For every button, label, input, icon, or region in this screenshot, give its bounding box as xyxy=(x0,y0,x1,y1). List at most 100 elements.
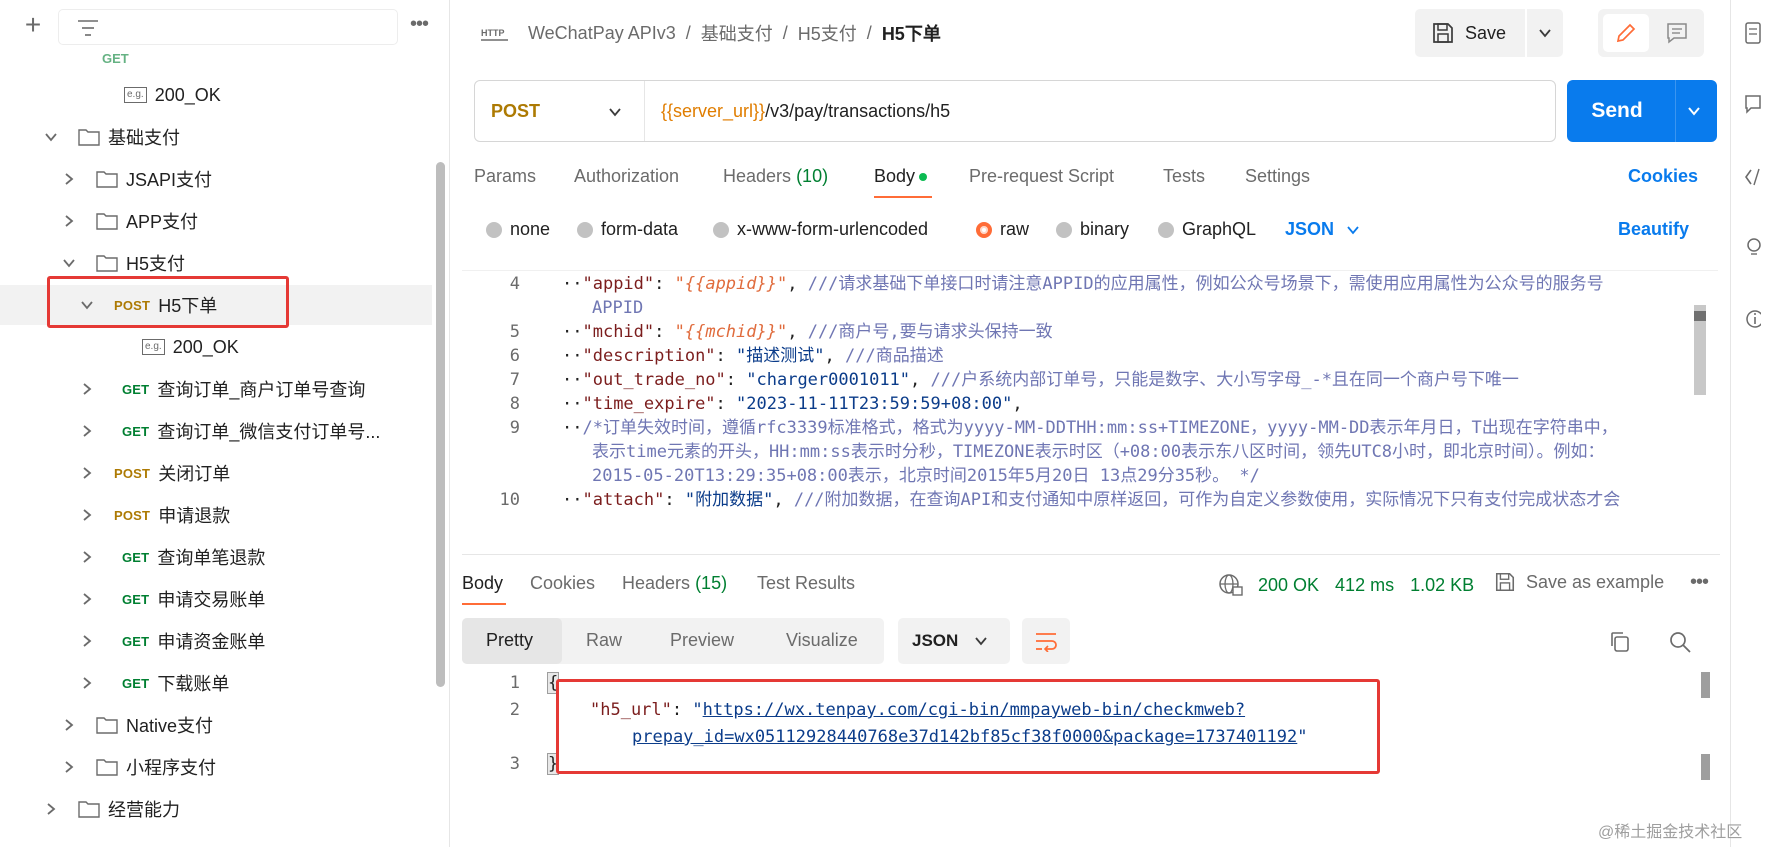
copy-icon[interactable] xyxy=(1608,630,1632,654)
tree-item-label: 关闭订单 xyxy=(158,464,231,484)
request-trade-bill[interactable]: GET 申请交易账单 xyxy=(0,579,432,619)
breadcrumb-separator: / xyxy=(685,22,691,43)
tab-params[interactable]: Params xyxy=(474,166,536,187)
response-format-select[interactable]: JSON xyxy=(898,618,1010,664)
view-tab-preview[interactable]: Preview xyxy=(670,630,734,651)
beautify-link[interactable]: Beautify xyxy=(1618,219,1689,240)
chevron-right-icon[interactable] xyxy=(62,172,76,186)
response-scrollbar[interactable] xyxy=(1701,672,1710,698)
example-200-ok[interactable]: e.g. 200_OK xyxy=(0,327,432,367)
request-query-order-wechat[interactable]: GET 查询订单_微信支付订单号... xyxy=(0,411,432,451)
radio-raw[interactable]: raw xyxy=(976,219,1029,240)
tab-body[interactable]: Body xyxy=(874,166,928,187)
tab-headers[interactable]: Headers (10) xyxy=(723,166,828,187)
edit-button[interactable] xyxy=(1603,14,1649,52)
request-query-refund[interactable]: GET 查询单笔退款 xyxy=(0,537,432,577)
request-fund-bill[interactable]: GET 申请资金账单 xyxy=(0,621,432,661)
response-tab-cookies[interactable]: Cookies xyxy=(530,573,595,594)
chevron-right-icon[interactable] xyxy=(62,214,76,228)
response-tab-headers[interactable]: Headers (15) xyxy=(622,573,727,594)
radio-binary[interactable]: binary xyxy=(1056,219,1129,240)
globe-lock-icon[interactable] xyxy=(1218,573,1244,597)
view-tab-visualize[interactable]: Visualize xyxy=(786,630,858,651)
radio-icon xyxy=(1056,221,1072,238)
documentation-icon[interactable] xyxy=(1745,22,1761,44)
breadcrumb-folder[interactable]: 基础支付 xyxy=(701,20,773,46)
method-badge: GET xyxy=(122,675,150,691)
cookies-link[interactable]: Cookies xyxy=(1628,166,1698,187)
method-select[interactable]: POST xyxy=(475,81,645,141)
folder-miniprogram-pay[interactable]: 小程序支付 xyxy=(0,747,432,787)
breadcrumb-current[interactable]: H5下单 xyxy=(882,20,941,46)
request-close-order[interactable]: POST 关闭订单 xyxy=(0,453,432,493)
chevron-right-icon[interactable] xyxy=(80,676,94,690)
breadcrumb-collection[interactable]: WeChatPay APIv3 xyxy=(528,23,676,44)
chevron-right-icon[interactable] xyxy=(62,718,76,732)
request-query-order-merchant[interactable]: GET 查询订单_商户订单号查询 xyxy=(0,369,432,409)
chevron-right-icon[interactable] xyxy=(80,550,94,564)
chevron-right-icon[interactable] xyxy=(80,466,94,480)
radio-none[interactable]: none xyxy=(486,219,550,240)
more-options-icon[interactable]: ••• xyxy=(410,13,429,36)
folder-icon xyxy=(96,255,118,272)
chevron-down-icon[interactable] xyxy=(1687,104,1701,118)
chevron-right-icon[interactable] xyxy=(44,802,58,816)
more-options-icon[interactable]: ••• xyxy=(1690,571,1709,594)
chevron-right-icon[interactable] xyxy=(62,760,76,774)
status-code[interactable]: 200 OK xyxy=(1258,575,1319,596)
radio-form-data[interactable]: form-data xyxy=(577,219,678,240)
example-200-ok[interactable]: e.g. 200_OK xyxy=(0,75,432,115)
folder-jsapi-pay[interactable]: JSAPI支付 xyxy=(0,159,432,199)
save-dropdown-button[interactable] xyxy=(1527,9,1563,57)
chevron-down-icon[interactable] xyxy=(44,130,58,144)
response-tab-body[interactable]: Body xyxy=(462,573,503,594)
folder-basic-pay[interactable]: 基础支付 xyxy=(0,117,432,157)
chevron-right-icon[interactable] xyxy=(80,634,94,648)
response-time[interactable]: 412 ms xyxy=(1335,575,1394,596)
method-badge: GET xyxy=(122,381,150,397)
info-icon[interactable] xyxy=(1745,308,1761,330)
wrap-lines-button[interactable] xyxy=(1022,618,1070,664)
request-body-editor[interactable]: 4 ··"appid": "{{appid}}", ///请求基础下单接口时请注… xyxy=(462,270,1718,550)
save-as-example-button[interactable]: Save as example xyxy=(1494,571,1664,593)
tab-settings[interactable]: Settings xyxy=(1245,166,1310,187)
folder-app-pay[interactable]: APP支付 xyxy=(0,201,432,241)
folder-business-capability[interactable]: 经营能力 xyxy=(0,789,432,829)
radio-graphql[interactable]: GraphQL xyxy=(1158,219,1256,240)
chevron-right-icon[interactable] xyxy=(80,592,94,606)
response-size[interactable]: 1.02 KB xyxy=(1410,575,1474,596)
response-tab-test-results[interactable]: Test Results xyxy=(757,573,855,594)
tab-prerequest-script[interactable]: Pre-request Script xyxy=(969,166,1114,187)
chevron-down-icon[interactable] xyxy=(62,256,76,270)
radio-label: raw xyxy=(1000,219,1030,239)
tree-item-label: 申请交易账单 xyxy=(157,590,266,610)
body-format-select[interactable]: JSON xyxy=(1285,219,1360,240)
request-refund[interactable]: POST 申请退款 xyxy=(0,495,432,535)
breadcrumb-subfolder[interactable]: H5支付 xyxy=(798,20,857,46)
comments-button[interactable] xyxy=(1654,14,1700,52)
search-icon[interactable] xyxy=(1668,630,1692,654)
view-tab-raw[interactable]: Raw xyxy=(586,630,622,651)
send-button[interactable]: Send xyxy=(1567,80,1717,142)
new-item-button[interactable]: + xyxy=(18,11,48,41)
url-path: /v3/pay/transactions/h5 xyxy=(765,100,951,121)
response-scrollbar-thumb[interactable] xyxy=(1701,754,1710,780)
sidebar-scrollbar[interactable] xyxy=(436,162,445,687)
folder-native-pay[interactable]: Native支付 xyxy=(0,705,432,745)
request-download-bill[interactable]: GET 下载账单 xyxy=(0,663,432,703)
save-button[interactable]: Save xyxy=(1415,9,1525,57)
url-input[interactable]: {{server_url}}/v3/pay/transactions/h5 xyxy=(645,101,950,122)
editor-scrollbar-thumb[interactable] xyxy=(1694,311,1706,321)
chevron-right-icon[interactable] xyxy=(80,382,94,396)
tab-tests[interactable]: Tests xyxy=(1163,166,1205,187)
radio-urlencoded[interactable]: x-www-form-urlencoded xyxy=(713,219,928,240)
filter-input[interactable] xyxy=(58,9,398,45)
tab-authorization[interactable]: Authorization xyxy=(574,166,679,187)
pane-divider[interactable] xyxy=(462,554,1720,555)
lightbulb-icon[interactable] xyxy=(1745,236,1761,258)
code-icon[interactable] xyxy=(1745,166,1761,188)
chevron-right-icon[interactable] xyxy=(80,424,94,438)
view-tab-pretty-label[interactable]: Pretty xyxy=(486,630,533,651)
comment-icon[interactable] xyxy=(1745,94,1761,116)
chevron-right-icon[interactable] xyxy=(80,508,94,522)
